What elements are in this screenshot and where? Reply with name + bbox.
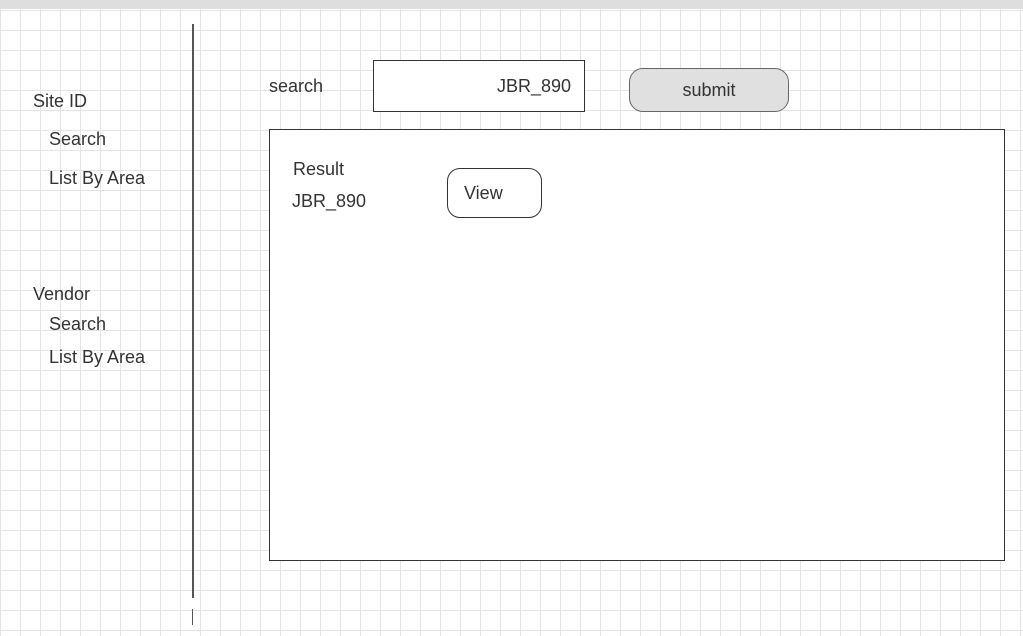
sidebar-item-vendor-search[interactable]: Search — [49, 314, 106, 335]
result-value: JBR_890 — [292, 191, 367, 211]
search-input[interactable] — [373, 60, 585, 112]
view-button[interactable]: View — [447, 168, 542, 218]
sidebar-item-site-id-search[interactable]: Search — [49, 129, 106, 150]
divider-tick — [192, 609, 193, 625]
search-label: search — [269, 76, 324, 96]
sidebar-heading-site-id: Site ID — [33, 91, 88, 111]
result-heading: Result — [293, 159, 345, 179]
result-panel: Result JBR_890 View — [269, 129, 1005, 561]
sidebar-item-site-id-list-by-area[interactable]: List By Area — [49, 168, 145, 189]
sidebar-divider — [192, 24, 194, 598]
submit-button[interactable]: submit — [629, 68, 789, 112]
sidebar-heading-vendor: Vendor — [33, 284, 91, 304]
sidebar-item-vendor-list-by-area[interactable]: List By Area — [49, 347, 145, 368]
top-bar — [0, 0, 1023, 9]
